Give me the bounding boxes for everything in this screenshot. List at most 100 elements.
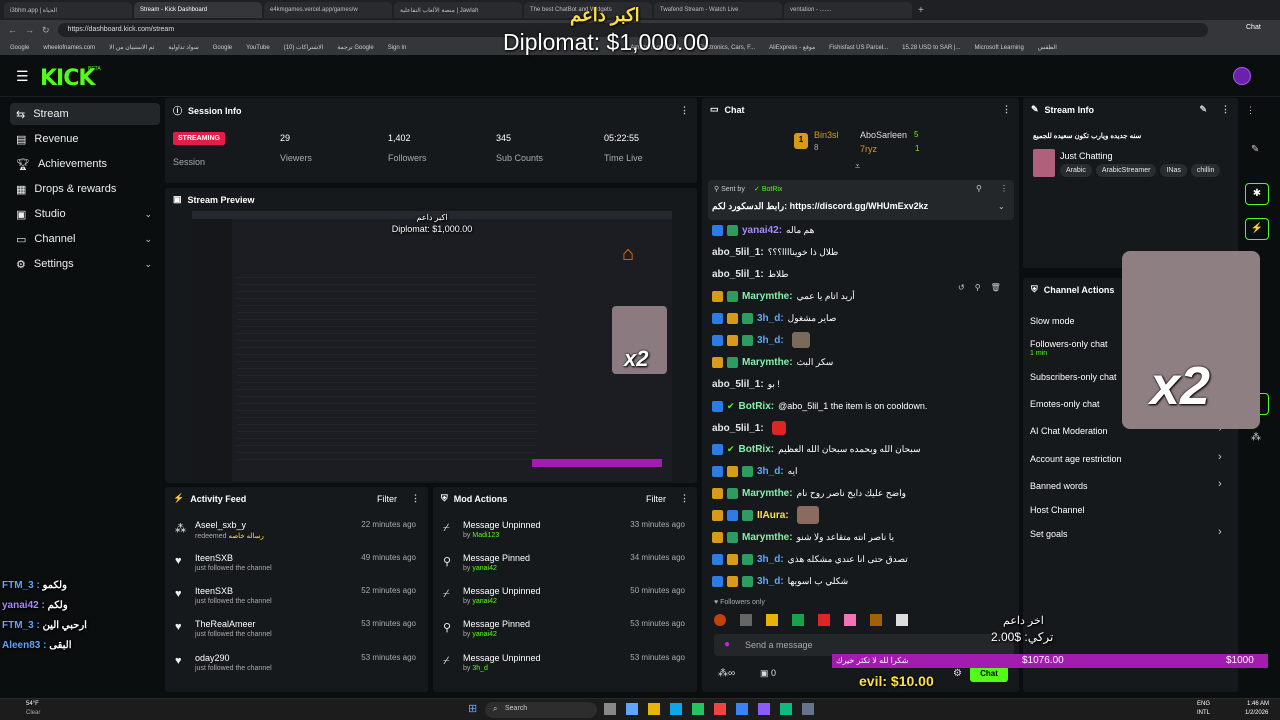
lang-indicator[interactable]: ENG (1197, 701, 1210, 707)
emote-icon[interactable] (792, 614, 804, 626)
chevron-right-icon[interactable]: › (1218, 451, 1222, 463)
bookmark[interactable]: الطقس (1038, 44, 1057, 51)
chat-message[interactable]: ✔ BotRix: سبحان الله وبحمده سبحان الله الع… (712, 440, 921, 458)
sidebar-item-achievements[interactable]: 🏆︎ Achievements (10, 153, 160, 175)
chat-message[interactable]: IIAura: (712, 506, 819, 524)
account-age-restriction[interactable]: Account age restriction (1030, 454, 1122, 464)
forward-icon[interactable]: → (25, 25, 34, 35)
settings-icon[interactable]: ⚙ (953, 668, 962, 679)
chat-message[interactable]: 3h_d: (712, 331, 810, 349)
hamburger-menu-icon[interactable]: ☰ (16, 68, 29, 85)
user-avatar[interactable] (1233, 67, 1251, 85)
bookmark[interactable]: ثم الاستبيان من الا (109, 44, 154, 51)
points-icon[interactable]: ▣ 0 (760, 668, 776, 679)
emote-icon[interactable] (740, 614, 752, 626)
chevron-down-icon[interactable]: ⌄ (998, 202, 1005, 211)
browser-tab[interactable]: Twafend Stream - Watch Live (654, 2, 782, 18)
browser-tab[interactable]: ventation - ....... (784, 2, 912, 18)
chat-message[interactable]: 3h_d: ايه (712, 462, 798, 480)
pencil-icon[interactable]: ✎ (1251, 144, 1259, 155)
browser-tab[interactable]: i3bhm.app | الحياة (4, 2, 132, 18)
filter-button[interactable]: Filter (646, 494, 666, 504)
more-options-icon[interactable]: ⋮ (411, 493, 420, 504)
chat-message[interactable]: Marymthe: واضح عليك دايخ ناصر روح نام (712, 484, 906, 502)
emotes-only-toggle[interactable]: Emotes-only chat (1030, 399, 1100, 409)
bookmark[interactable]: YouTube (246, 45, 270, 51)
sidebar-item-studio[interactable]: ▣ Studio ⌄ (10, 203, 160, 225)
taskbar-search[interactable]: ⌕ Search (485, 702, 597, 718)
emote-icon[interactable] (896, 614, 908, 626)
more-options-icon[interactable]: ⋮ (1000, 184, 1008, 193)
weather-temp[interactable]: 54°F (26, 701, 39, 707)
tag[interactable]: INas (1160, 164, 1187, 177)
back-icon[interactable]: ← (8, 25, 17, 35)
app-icon[interactable] (714, 703, 726, 715)
bookmark[interactable]: 15.28 USD to SAR |... (902, 45, 960, 51)
sidebar-item-stream[interactable]: ⇆ Stream (10, 103, 160, 125)
more-options-icon[interactable]: ⋮ (680, 105, 689, 116)
lightning-icon[interactable]: ⚡ (1245, 218, 1269, 240)
send-chat-button[interactable]: Chat (970, 666, 1008, 682)
rules-icon[interactable]: ⁂∞ (718, 668, 735, 679)
bookmark[interactable]: Fishisfast US Parcel... (829, 45, 888, 51)
chat-message[interactable]: 3h_d: تصدق حتى انا عندي مشكله هذي (712, 550, 908, 568)
stream-preview-video[interactable]: اكبر داعم Diplomat: $1,000.00 ⌂ x2 (192, 211, 672, 481)
bookmark[interactable]: Sign In (388, 45, 407, 51)
chat-message[interactable]: 3h_d: صاير مشغول (712, 309, 836, 327)
kick-logo[interactable]: KICK (40, 66, 95, 91)
mod-tools-icon[interactable]: ⁂ (1251, 432, 1261, 443)
browser-tab-active[interactable]: Stream - Kick Dashboard (134, 2, 262, 18)
sidebar-item-settings[interactable]: ⚙ Settings ⌄ (10, 253, 160, 275)
edit-icon[interactable]: ✎ (1199, 104, 1207, 115)
filter-button[interactable]: Filter (377, 494, 397, 504)
chat-input[interactable]: ● Send a message (714, 634, 1014, 656)
app-icon[interactable] (758, 703, 770, 715)
bookmark[interactable]: Microsoft Learning (974, 45, 1023, 51)
sidebar-item-channel[interactable]: ▭ Channel ⌄ (10, 228, 160, 250)
more-options-icon[interactable]: ⋮ (1246, 105, 1255, 116)
more-options-icon[interactable]: ⋮ (1221, 104, 1230, 115)
bookmark[interactable]: Google (213, 45, 232, 51)
chat-message[interactable]: abo_5lil_1: (712, 419, 786, 437)
app-icon[interactable] (780, 703, 792, 715)
chevron-right-icon[interactable]: › (1218, 478, 1222, 490)
emote-icon[interactable] (818, 614, 830, 626)
ai-moderation-link[interactable]: AI Chat Moderation (1030, 426, 1108, 436)
browser-tab[interactable]: منصة الألعاب التفاعلية | Jawlah (394, 2, 522, 18)
chat-message[interactable]: ✔ BotRix: @abo_5lil_1 the item is on coold… (712, 397, 927, 415)
chat-message[interactable]: abo_5lil_1: بو ! (712, 375, 780, 393)
emote-icon[interactable] (766, 614, 778, 626)
chat-message[interactable]: abo_5lil_1: طلال ذا خويناااا؟؟؟ (712, 243, 838, 261)
chat-message[interactable]: 3h_d: شكلي ب اسويها (712, 572, 848, 590)
chat-message[interactable]: abo_5lil_1: طلاط (712, 265, 789, 283)
slow-mode-toggle[interactable]: Slow mode (1030, 316, 1075, 326)
chat-message[interactable]: Marymthe: يا ناصر انته متقاعد ولا شنو (712, 528, 894, 546)
app-icon[interactable] (604, 703, 616, 715)
reply-icon[interactable]: ↺ (958, 283, 965, 297)
chat-message[interactable]: yanai42: هم ماله (712, 221, 814, 239)
subscribers-only-toggle[interactable]: Subscribers-only chat (1030, 372, 1117, 382)
bookmark[interactable]: (10) الاشتراكات (284, 44, 324, 51)
app-icon[interactable] (692, 703, 704, 715)
bookmark[interactable]: سواد تداولية (168, 44, 198, 51)
bookmark[interactable]: Google (10, 45, 29, 51)
emote-icon[interactable] (844, 614, 856, 626)
new-tab-icon[interactable]: + (918, 5, 924, 16)
app-icon[interactable] (802, 703, 814, 715)
collapse-icon[interactable]: ⩡ (855, 161, 860, 172)
sidebar-item-revenue[interactable]: ▤ Revenue (10, 128, 160, 150)
tag[interactable]: chillin (1190, 164, 1221, 177)
app-icon[interactable] (626, 703, 638, 715)
app-icon[interactable] (736, 703, 748, 715)
tag[interactable]: ArabicStreamer (1095, 164, 1157, 177)
pin-icon[interactable]: ⚲ (975, 283, 981, 297)
tag[interactable]: Arabic (1060, 164, 1092, 177)
bookmark[interactable]: wheelofnames.com (43, 45, 95, 51)
chat-message[interactable]: Marymthe: أريد اتام يا عمي (712, 287, 855, 305)
pinned-text[interactable]: رابط الدسكورد لكم: https://discord.gg/WH… (712, 201, 928, 212)
shortcut-icon[interactable]: ✱ (1245, 183, 1269, 205)
browser-tab[interactable]: e4kmgames.vercel.app/games/w (264, 2, 392, 18)
followers-only-toggle[interactable]: Followers-only chat (1030, 339, 1108, 349)
reload-icon[interactable]: ↻ (42, 25, 50, 36)
bookmark[interactable]: AliExpress - موقع (769, 44, 815, 51)
